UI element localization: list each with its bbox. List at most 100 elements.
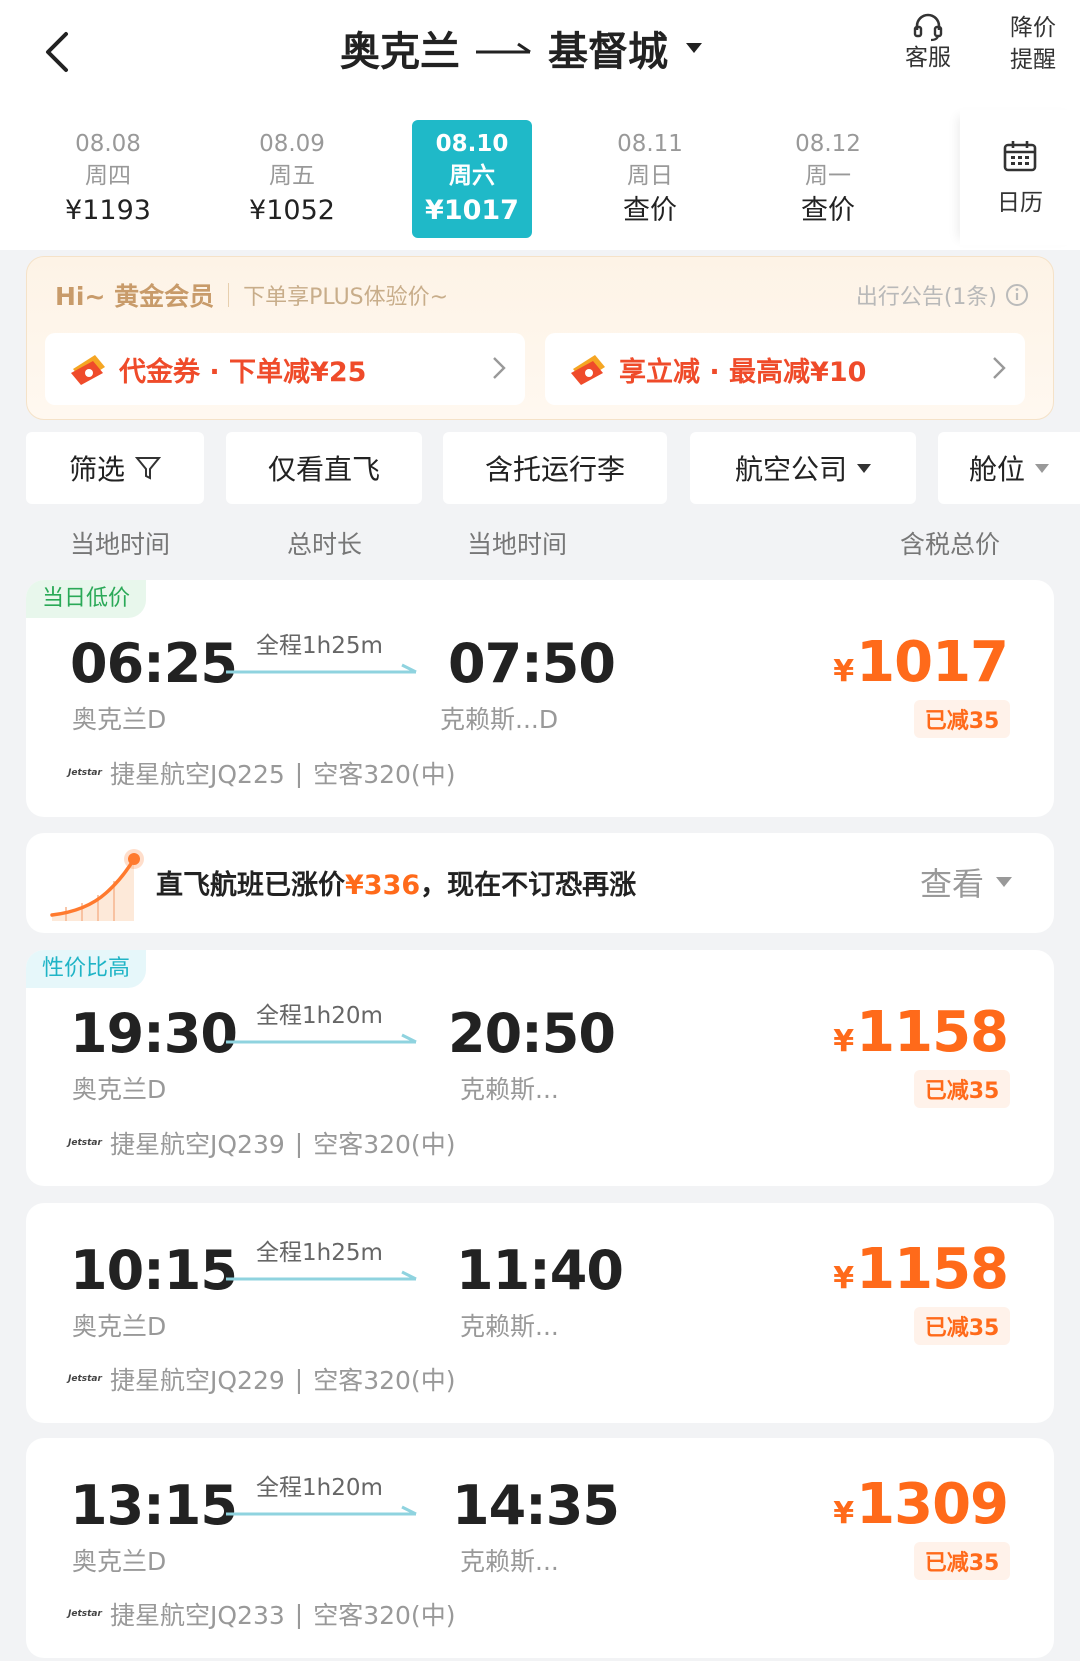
currency-symbol: ¥ bbox=[833, 1261, 855, 1296]
jetstar-logo-icon: Jetstar bbox=[68, 1374, 106, 1384]
price-increase-banner[interactable]: 直飞航班已涨价¥336，现在不订恐再涨 查看 bbox=[26, 833, 1054, 933]
departure-airport: 奥克兰D bbox=[72, 1547, 167, 1576]
aircraft-type: 空客320(中) bbox=[313, 760, 456, 789]
separator: | bbox=[294, 1128, 304, 1158]
departure-time: 13:15 bbox=[70, 1474, 238, 1537]
col-departure-time: 当地时间 bbox=[70, 530, 171, 559]
back-button[interactable] bbox=[36, 28, 76, 76]
date-text: 08.08 bbox=[75, 131, 141, 157]
dropdown-caret-icon bbox=[857, 463, 871, 473]
price-value: 1158 bbox=[856, 1000, 1009, 1065]
discount-badge: 已减35 bbox=[914, 1307, 1010, 1345]
jetstar-logo-icon: Jetstar bbox=[68, 1138, 106, 1148]
arrival-airport: 克赖斯... bbox=[460, 1547, 559, 1576]
coupon-ticket-icon bbox=[71, 355, 105, 385]
baggage-label: 含托运行李 bbox=[484, 453, 625, 486]
departure-time: 06:25 bbox=[70, 632, 238, 695]
chevron-right-icon bbox=[493, 357, 506, 379]
airline-info: Jetstar 捷星航空JQ239 | 空客320(中) bbox=[68, 1125, 455, 1161]
price-alert-label-line2: 提醒 bbox=[1010, 47, 1056, 73]
currency-symbol: ¥ bbox=[833, 654, 855, 689]
baggage-included-toggle[interactable]: 含托运行李 bbox=[443, 432, 667, 504]
col-duration: 总时长 bbox=[287, 530, 363, 559]
route-arrow-icon bbox=[474, 38, 534, 58]
price-alert-label-line1: 降价 bbox=[1010, 15, 1056, 41]
direct-only-label: 仅看直飞 bbox=[267, 453, 380, 486]
weekday-text: 周日 bbox=[627, 163, 673, 189]
flight-card[interactable]: 当日低价 06:25 奥克兰D 全程1h25m 07:50 克赖斯...D ¥1… bbox=[26, 580, 1054, 817]
best-value-tag: 性价比高 bbox=[26, 950, 147, 988]
member-header: Hi~ 黄金会员 下单享PLUS体验价~ bbox=[55, 275, 448, 315]
member-promo-card: Hi~ 黄金会员 下单享PLUS体验价~ 出行公告(1条) 代金券 · 下单减¥… bbox=[26, 256, 1054, 420]
flight-duration: 全程1h20m bbox=[256, 1003, 383, 1029]
instant-discount-text: 享立减 · 最高减¥10 bbox=[619, 356, 867, 388]
aircraft-type: 空客320(中) bbox=[313, 1130, 456, 1159]
arrival-time: 07:50 bbox=[448, 632, 616, 695]
col-total-price: 含税总价 bbox=[900, 530, 1001, 559]
departure-airport: 奥克兰D bbox=[72, 1312, 167, 1341]
coupon-ticket-icon bbox=[571, 355, 605, 385]
flight-list-page: 奥克兰 基督城 客服 降价 提醒 08.08 周四 ¥1193 08.09 周五… bbox=[0, 0, 1080, 1661]
date-tab-1[interactable]: 08.08 周四 ¥1193 bbox=[48, 120, 168, 238]
discount-badge: 已减35 bbox=[914, 1070, 1010, 1108]
funnel-icon bbox=[135, 457, 161, 480]
flight-card[interactable]: 13:15 奥克兰D 全程1h20m 14:35 克赖斯... ¥1309 已减… bbox=[26, 1438, 1054, 1658]
trend-up-chart-icon bbox=[50, 849, 144, 921]
alert-prefix: 直飞航班已涨价 bbox=[156, 870, 345, 901]
duration-arrow-icon bbox=[226, 1270, 417, 1281]
divider bbox=[228, 283, 230, 307]
customer-service-button[interactable]: 客服 bbox=[905, 12, 951, 74]
discount-badge: 已减35 bbox=[914, 1542, 1010, 1580]
travel-notice-link[interactable]: 出行公告(1条) bbox=[856, 275, 1029, 315]
flight-card[interactable]: 性价比高 19:30 奥克兰D 全程1h20m 20:50 克赖斯... ¥11… bbox=[26, 950, 1054, 1186]
calendar-label: 日历 bbox=[997, 189, 1043, 216]
date-tab-2[interactable]: 08.09 周五 ¥1052 bbox=[232, 120, 352, 238]
date-price: 查价 bbox=[623, 195, 677, 226]
headset-icon bbox=[913, 13, 943, 42]
airline-dropdown[interactable]: 航空公司 bbox=[690, 432, 916, 504]
arrival-time: 14:35 bbox=[452, 1474, 620, 1537]
voucher-coupon[interactable]: 代金券 · 下单减¥25 bbox=[45, 333, 525, 405]
price-alert-button[interactable]: 降价 提醒 bbox=[1010, 12, 1056, 76]
separator: | bbox=[294, 758, 304, 788]
date-price: ¥1052 bbox=[249, 195, 335, 226]
date-tab-5[interactable]: 08.12 周一 查价 bbox=[768, 120, 888, 238]
departure-time: 19:30 bbox=[70, 1002, 238, 1065]
discount-badge: 已减35 bbox=[914, 700, 1010, 738]
aircraft-type: 空客320(中) bbox=[313, 1601, 456, 1630]
separator: | bbox=[294, 1364, 304, 1394]
date-text: 08.11 bbox=[617, 131, 683, 157]
duration-arrow-icon bbox=[226, 1505, 417, 1516]
filter-button[interactable]: 筛选 bbox=[26, 432, 204, 504]
date-tab-4[interactable]: 08.11 周日 查价 bbox=[590, 120, 710, 238]
separator: | bbox=[294, 1599, 304, 1629]
date-text: 08.09 bbox=[259, 131, 325, 157]
date-text: 08.12 bbox=[795, 131, 861, 157]
route-selector[interactable]: 奥克兰 基督城 bbox=[340, 18, 702, 78]
flight-price: ¥1158 bbox=[833, 1000, 1009, 1065]
date-price: ¥1193 bbox=[65, 195, 151, 226]
filter-bar: 筛选 仅看直飞 含托运行李 航空公司 舱位 bbox=[0, 432, 1080, 510]
direct-only-toggle[interactable]: 仅看直飞 bbox=[226, 432, 422, 504]
cabin-dropdown[interactable]: 舱位 bbox=[938, 432, 1080, 504]
weekday-text: 周四 bbox=[85, 163, 131, 189]
voucher-text: 代金券 · 下单减¥25 bbox=[119, 356, 367, 388]
jetstar-logo-icon: Jetstar bbox=[68, 1609, 106, 1619]
instant-discount-coupon[interactable]: 享立减 · 最高减¥10 bbox=[545, 333, 1025, 405]
dropdown-caret-icon bbox=[996, 877, 1012, 887]
filter-label: 筛选 bbox=[68, 453, 125, 486]
arrival-airport: 克赖斯...D bbox=[440, 705, 559, 734]
customer-service-label: 客服 bbox=[905, 45, 951, 71]
date-tab-3-selected[interactable]: 08.10 周六 ¥1017 bbox=[412, 120, 532, 238]
col-arrival-time: 当地时间 bbox=[467, 530, 568, 559]
flight-duration: 全程1h25m bbox=[256, 1240, 383, 1266]
weekday-text: 周五 bbox=[269, 163, 315, 189]
view-button[interactable]: 查看 bbox=[920, 859, 1012, 905]
airline-info: Jetstar 捷星航空JQ233 | 空客320(中) bbox=[68, 1596, 455, 1632]
flight-card[interactable]: 10:15 奥克兰D 全程1h25m 11:40 克赖斯... ¥1158 已减… bbox=[26, 1203, 1054, 1423]
column-headers: 当地时间 总时长 当地时间 含税总价 bbox=[0, 525, 1080, 565]
dropdown-caret-icon bbox=[1035, 463, 1049, 473]
airline-flight-number: 捷星航空JQ229 bbox=[110, 1366, 285, 1395]
airline-info: Jetstar 捷星航空JQ229 | 空客320(中) bbox=[68, 1361, 455, 1397]
calendar-button[interactable]: 日历 bbox=[960, 110, 1080, 245]
